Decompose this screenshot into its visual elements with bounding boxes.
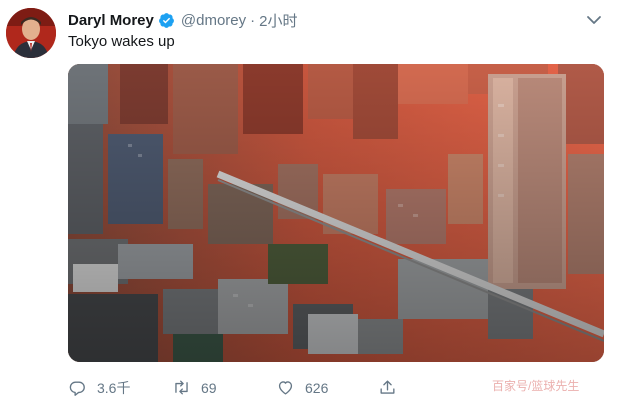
retweet-icon bbox=[175, 380, 188, 395]
author-name[interactable]: Daryl Morey bbox=[68, 12, 154, 29]
tweet-text: Tokyo wakes up bbox=[68, 33, 175, 50]
verified-badge-icon bbox=[158, 12, 175, 29]
chevron-down-icon[interactable] bbox=[584, 10, 604, 30]
tweet-timestamp[interactable]: 2小时 bbox=[259, 10, 297, 31]
city-photo-image bbox=[68, 64, 604, 362]
like-button[interactable]: 626 bbox=[276, 378, 328, 397]
share-button[interactable] bbox=[378, 378, 407, 397]
tweet-header: Daryl Morey @dmorey · 2小时 bbox=[68, 10, 297, 31]
reply-count: 3.6千 bbox=[97, 380, 131, 396]
watermark: 百家号/篮球先生 bbox=[492, 379, 580, 393]
avatar-image bbox=[6, 8, 56, 58]
time-separator: · bbox=[250, 12, 256, 29]
share-icon bbox=[380, 380, 395, 394]
retweet-button[interactable]: 69 bbox=[172, 378, 217, 397]
author-handle[interactable]: @dmorey bbox=[181, 12, 246, 29]
retweet-count: 69 bbox=[201, 379, 217, 396]
reply-button[interactable]: 3.6千 bbox=[68, 378, 130, 398]
avatar[interactable] bbox=[6, 8, 56, 58]
like-icon bbox=[278, 381, 293, 395]
tweet-photo[interactable] bbox=[68, 64, 604, 362]
reply-icon bbox=[69, 380, 85, 396]
like-count: 626 bbox=[305, 379, 329, 396]
